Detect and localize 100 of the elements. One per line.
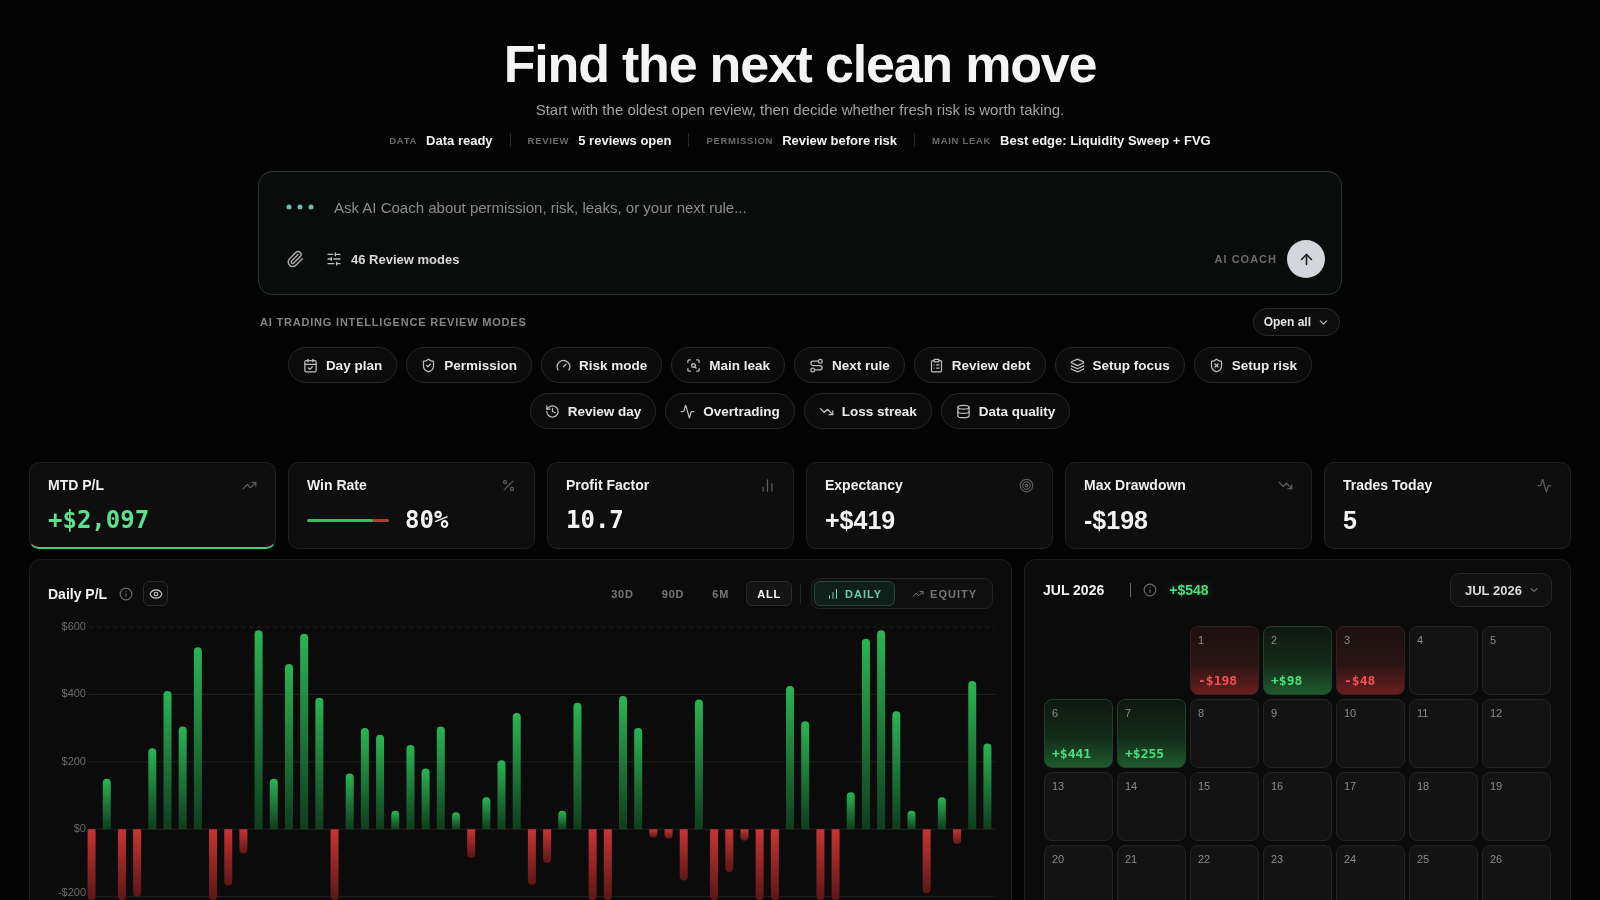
gauge-icon: [555, 357, 571, 373]
gain-bar: [452, 812, 460, 830]
metric-value: +$2,097: [48, 505, 150, 536]
range-tab[interactable]: ALL: [746, 581, 793, 606]
chart-title: Daily P/L: [48, 585, 108, 602]
mode-chip[interactable]: Review day: [529, 393, 657, 429]
ask-input[interactable]: Ask AI Coach about permission, risk, leaks, or your next rule...: [334, 195, 1325, 219]
pulse-icon: [1537, 477, 1552, 493]
mode-chip[interactable]: Review debt: [913, 347, 1046, 383]
gain-bar: [391, 810, 400, 830]
loss-bar: [133, 829, 142, 897]
page-title: Find the next clean move: [503, 36, 1097, 92]
metric-title: Max Drawdown: [1084, 477, 1186, 493]
info-icon: [1143, 583, 1158, 597]
loss-bar: [543, 829, 552, 863]
mode-chip[interactable]: Overtrading: [665, 393, 795, 429]
day-pnl: +$441: [1052, 746, 1093, 762]
day-number: 13: [1052, 779, 1066, 793]
day-number: 21: [1125, 852, 1139, 866]
view-tab[interactable]: EQUITY: [899, 581, 990, 606]
day-number: 23: [1271, 852, 1285, 866]
metric-title: Win Rate: [307, 477, 367, 493]
section-heading: AI TRADING INTELLIGENCE REVIEW MODES: [260, 316, 527, 328]
day-number: 25: [1417, 852, 1431, 866]
day-number: 16: [1271, 779, 1285, 793]
gain-bar: [345, 773, 354, 830]
review-modes-button[interactable]: 46 Review modes: [326, 251, 460, 267]
mode-chip[interactable]: Next rule: [794, 347, 905, 383]
loss-bar: [922, 829, 931, 894]
metric-value: +$419: [825, 505, 896, 536]
scan-search-icon: [686, 357, 702, 373]
day-number: 7: [1125, 706, 1133, 720]
gain-bar: [421, 768, 430, 830]
axis-label: $0: [73, 822, 86, 835]
mode-chip[interactable]: Setup risk: [1193, 347, 1313, 383]
range-tab[interactable]: 6M: [701, 581, 741, 606]
loss-bar: [740, 829, 749, 841]
day-pnl: +$98: [1271, 673, 1304, 689]
send-button[interactable]: [1287, 240, 1325, 278]
gain-bar: [482, 797, 491, 830]
day-number: 6: [1052, 706, 1060, 720]
mode-chip[interactable]: Risk mode: [540, 347, 663, 383]
attach-button[interactable]: [286, 250, 304, 268]
day-number: 12: [1490, 706, 1504, 720]
day-number: 10: [1344, 706, 1358, 720]
day-number: 5: [1490, 633, 1498, 647]
mode-chip[interactable]: Setup focus: [1054, 347, 1185, 383]
mode-chip[interactable]: Loss streak: [803, 393, 932, 429]
route-icon: [809, 357, 824, 373]
metric-title: MTD P/L: [48, 477, 104, 493]
month-select[interactable]: JUL 2026: [1450, 573, 1552, 607]
day-number: 18: [1417, 779, 1431, 793]
loss-bar: [239, 829, 248, 854]
day-pnl: -$198: [1198, 673, 1239, 689]
view-tab[interactable]: DAILY: [814, 581, 896, 606]
mode-chip[interactable]: Main leak: [671, 347, 785, 383]
range-tab[interactable]: 30D: [600, 581, 645, 606]
gain-bar: [907, 810, 916, 830]
day-number: 22: [1198, 852, 1212, 866]
pulse-icon: [680, 403, 696, 419]
calendar-check-icon: [302, 357, 318, 373]
history-icon: [544, 403, 560, 419]
status-value: Best edge: Liquidity Sweep + FVG: [1000, 132, 1211, 148]
axis-label: $200: [61, 754, 86, 767]
day-number: 9: [1271, 706, 1279, 720]
loss-bar: [603, 829, 612, 900]
range-tab[interactable]: 90D: [650, 581, 696, 606]
metric-value: 5: [1343, 505, 1357, 536]
metric-value: 80%: [405, 505, 449, 536]
info-icon: [119, 586, 134, 601]
day-number: 8: [1198, 706, 1206, 720]
day-number: 15: [1198, 779, 1212, 793]
target-icon: [1019, 477, 1034, 493]
axis-label: $400: [61, 687, 86, 700]
loss-bar: [649, 829, 658, 838]
metric-value: -$198: [1084, 505, 1148, 536]
sliders-icon: [326, 251, 342, 267]
loss-bar: [816, 829, 825, 900]
loss-bar: [664, 829, 673, 839]
month-total: +$548: [1169, 582, 1209, 598]
day-number: 17: [1344, 779, 1358, 793]
day-number: 2: [1271, 633, 1279, 647]
gain-bar: [102, 778, 111, 830]
database-icon: [955, 403, 971, 419]
loss-bar: [770, 829, 779, 900]
status-label: REVIEW: [527, 134, 570, 146]
loss-bar: [527, 829, 536, 885]
loss-bar: [588, 829, 597, 900]
loss-bar: [679, 829, 688, 881]
loss-bar: [330, 829, 339, 900]
open-all-button[interactable]: Open all: [1252, 308, 1340, 336]
mode-chip[interactable]: Permission: [406, 347, 532, 383]
day-number: 19: [1490, 779, 1504, 793]
status-value: Review before risk: [782, 132, 898, 148]
day-number: 20: [1052, 852, 1066, 866]
mode-chip[interactable]: Day plan: [287, 347, 398, 383]
eye-button[interactable]: [143, 581, 169, 606]
gain-bar: [846, 792, 855, 830]
mode-chip[interactable]: Data quality: [940, 393, 1071, 429]
loss-bar: [953, 829, 962, 845]
